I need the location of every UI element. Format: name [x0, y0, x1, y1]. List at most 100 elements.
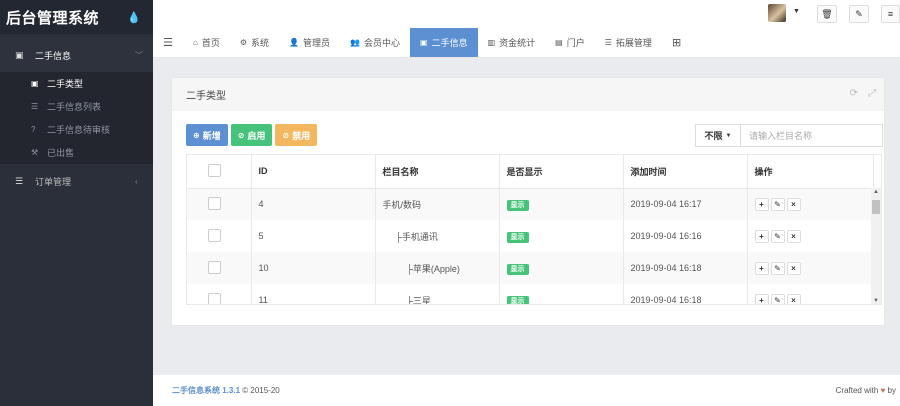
- footer-app-name[interactable]: 二手信息系统 1.3.1: [172, 385, 240, 396]
- delete-icon[interactable]: ×: [786, 229, 801, 243]
- panel-header: 二手类型 ⟳ ⤢: [172, 78, 884, 111]
- sidebar-toggle-button[interactable]: ☰: [153, 28, 183, 57]
- cell-name: ├手机通讯: [375, 220, 500, 252]
- cell-actions: + ✎ ×: [747, 188, 874, 220]
- sidebar-group-label: 二手信息: [35, 50, 72, 61]
- add-button[interactable]: ⊕ 新增: [186, 124, 228, 146]
- sidebar-item-secondhand-pending[interactable]: ? 二手信息待审核: [0, 118, 153, 141]
- sidebar-item-label: 二手类型: [47, 79, 84, 89]
- search-input[interactable]: [740, 124, 883, 147]
- cell-time: 2019-09-04 16:17: [623, 188, 748, 220]
- check-circle-icon: ⊘: [237, 130, 245, 140]
- avatar[interactable]: [768, 4, 786, 22]
- sidebar-item-label: 二手信息列表: [47, 102, 102, 112]
- row-checkbox[interactable]: [208, 292, 221, 304]
- cell-id: 4: [251, 188, 376, 220]
- list-icon: ☰: [604, 38, 612, 47]
- select-all-header[interactable]: [187, 155, 252, 189]
- category-table: ID 栏目名称 是否显示 添加时间 操作 4 手机/数码 显示 2019-09-…: [186, 154, 882, 305]
- list-icon: ☰: [31, 102, 39, 111]
- users-icon: 👥: [350, 38, 360, 47]
- edit-icon[interactable]: ✎: [770, 293, 785, 304]
- chevron-left-icon: ‹: [135, 176, 138, 186]
- nav-label: 二手信息: [431, 38, 468, 48]
- add-child-icon[interactable]: +: [754, 229, 769, 243]
- sidebar-item-sold[interactable]: ⚒ 已出售: [0, 141, 153, 164]
- nav-label: 资金统计: [499, 38, 536, 48]
- image-icon: ▣: [420, 38, 428, 47]
- panel-tools: ⟳ ⤢: [850, 88, 876, 99]
- nav-label: 门户: [566, 38, 585, 48]
- select-all-checkbox[interactable]: [208, 163, 221, 177]
- cell-show: 显示: [499, 220, 624, 252]
- footer: 二手信息系统 1.3.1 © 2015-20 Crafted with ♥ by: [153, 375, 900, 406]
- top-nav: ☰ ⌂ 首页 ⚙ 系统 👤 管理员 👥 会员中心 ▣ 二手信息 ▥ 资金统计 ▤ 门户 ☰ 拓展…: [153, 28, 900, 58]
- sidebar-item-secondhand-list[interactable]: ☰ 二手信息列表: [0, 95, 153, 118]
- nav-extensions[interactable]: ☰ 拓展管理: [595, 28, 662, 57]
- category-name: ├手机通讯: [395, 231, 438, 242]
- cell-name: 手机/数码: [375, 188, 500, 220]
- menu-toggle-button[interactable]: ≡: [881, 5, 900, 23]
- user-icon: 👤: [289, 38, 300, 47]
- nav-grid[interactable]: ⊞: [662, 28, 695, 57]
- nav-system[interactable]: ⚙ 系统: [230, 28, 279, 57]
- sidebar-item-secondhand-type[interactable]: ▣ 二手类型: [0, 72, 153, 95]
- sidebar-group-orders[interactable]: ☰ 订单管理 ‹: [0, 164, 153, 198]
- ban-icon: ⊘: [282, 130, 290, 140]
- table-row: 11 ├三星 显示 2019-09-04 16:18 + ✎ ×: [187, 284, 874, 304]
- search-group: 不限 ▼: [695, 124, 883, 147]
- scroll-down-icon[interactable]: ▼: [873, 298, 879, 304]
- scroll-up-icon[interactable]: ▲: [873, 189, 879, 195]
- table-header-row: ID 栏目名称 是否显示 添加时间 操作: [187, 155, 874, 189]
- nav-label: 管理员: [303, 38, 331, 48]
- nav-secondhand[interactable]: ▣ 二手信息: [410, 28, 478, 57]
- action-toolbar: ⊕ 新增 ⊘ 启用 ⊘ 禁用: [186, 124, 318, 146]
- scroll-thumb[interactable]: [872, 200, 880, 214]
- cell-time: 2019-09-04 16:18: [623, 252, 748, 284]
- status-badge: 显示: [506, 263, 529, 275]
- refresh-icon[interactable]: ⟳: [850, 88, 858, 99]
- enable-button-label: 启用: [247, 130, 266, 141]
- nav-funds[interactable]: ▥ 资金统计: [478, 28, 546, 57]
- menu-icon: ≡: [887, 9, 894, 19]
- edit-icon[interactable]: ✎: [770, 261, 785, 275]
- nav-members[interactable]: 👥 会员中心: [340, 28, 410, 57]
- disable-button-label: 禁用: [292, 130, 311, 141]
- add-child-icon[interactable]: +: [754, 197, 769, 211]
- enable-button[interactable]: ⊘ 启用: [230, 124, 273, 146]
- plus-circle-icon: ⊕: [193, 130, 200, 140]
- trash-button[interactable]: 🗑: [817, 5, 837, 23]
- category-name: ├苹果(Apple): [406, 263, 460, 274]
- chevron-down-icon: ﹀: [135, 50, 143, 60]
- edit-button[interactable]: ✎: [849, 5, 869, 23]
- row-checkbox[interactable]: [208, 196, 221, 210]
- theme-drop-icon[interactable]: 💧: [127, 11, 141, 24]
- delete-icon[interactable]: ×: [786, 293, 801, 304]
- nav-home[interactable]: ⌂ 首页: [183, 28, 230, 57]
- row-checkbox[interactable]: [208, 260, 221, 274]
- image-icon: ▣: [31, 79, 39, 88]
- caret-down-icon[interactable]: ▼: [793, 8, 800, 15]
- nav-admin[interactable]: 👤 管理员: [279, 28, 340, 57]
- delete-icon[interactable]: ×: [786, 261, 801, 275]
- footer-copyright: © 2015-20: [242, 386, 280, 395]
- delete-icon[interactable]: ×: [786, 197, 801, 211]
- disable-button[interactable]: ⊘ 禁用: [275, 124, 318, 146]
- table-scrollbar[interactable]: ▲ ▼: [871, 188, 881, 304]
- cell-actions: + ✎ ×: [747, 284, 874, 304]
- fullscreen-icon[interactable]: ⤢: [868, 88, 876, 99]
- add-child-icon[interactable]: +: [754, 261, 769, 275]
- sidebar-group-label: 订单管理: [35, 176, 72, 187]
- edit-icon[interactable]: ✎: [770, 197, 785, 211]
- nav-label: 拓展管理: [615, 38, 652, 48]
- nav-portal[interactable]: ▤ 门户: [545, 28, 595, 57]
- filter-select[interactable]: 不限 ▼: [695, 124, 740, 147]
- brand-header: 后台管理系统 💧: [0, 0, 153, 34]
- brand-title: 后台管理系统: [6, 9, 100, 27]
- edit-icon[interactable]: ✎: [770, 229, 785, 243]
- row-checkbox[interactable]: [208, 228, 221, 242]
- add-child-icon[interactable]: +: [754, 293, 769, 304]
- newspaper-icon: ▤: [555, 38, 563, 47]
- table-row: 10 ├苹果(Apple) 显示 2019-09-04 16:18 + ✎ ×: [187, 252, 874, 284]
- sidebar-group-secondhand[interactable]: ▣ 二手信息 ﹀: [0, 38, 153, 72]
